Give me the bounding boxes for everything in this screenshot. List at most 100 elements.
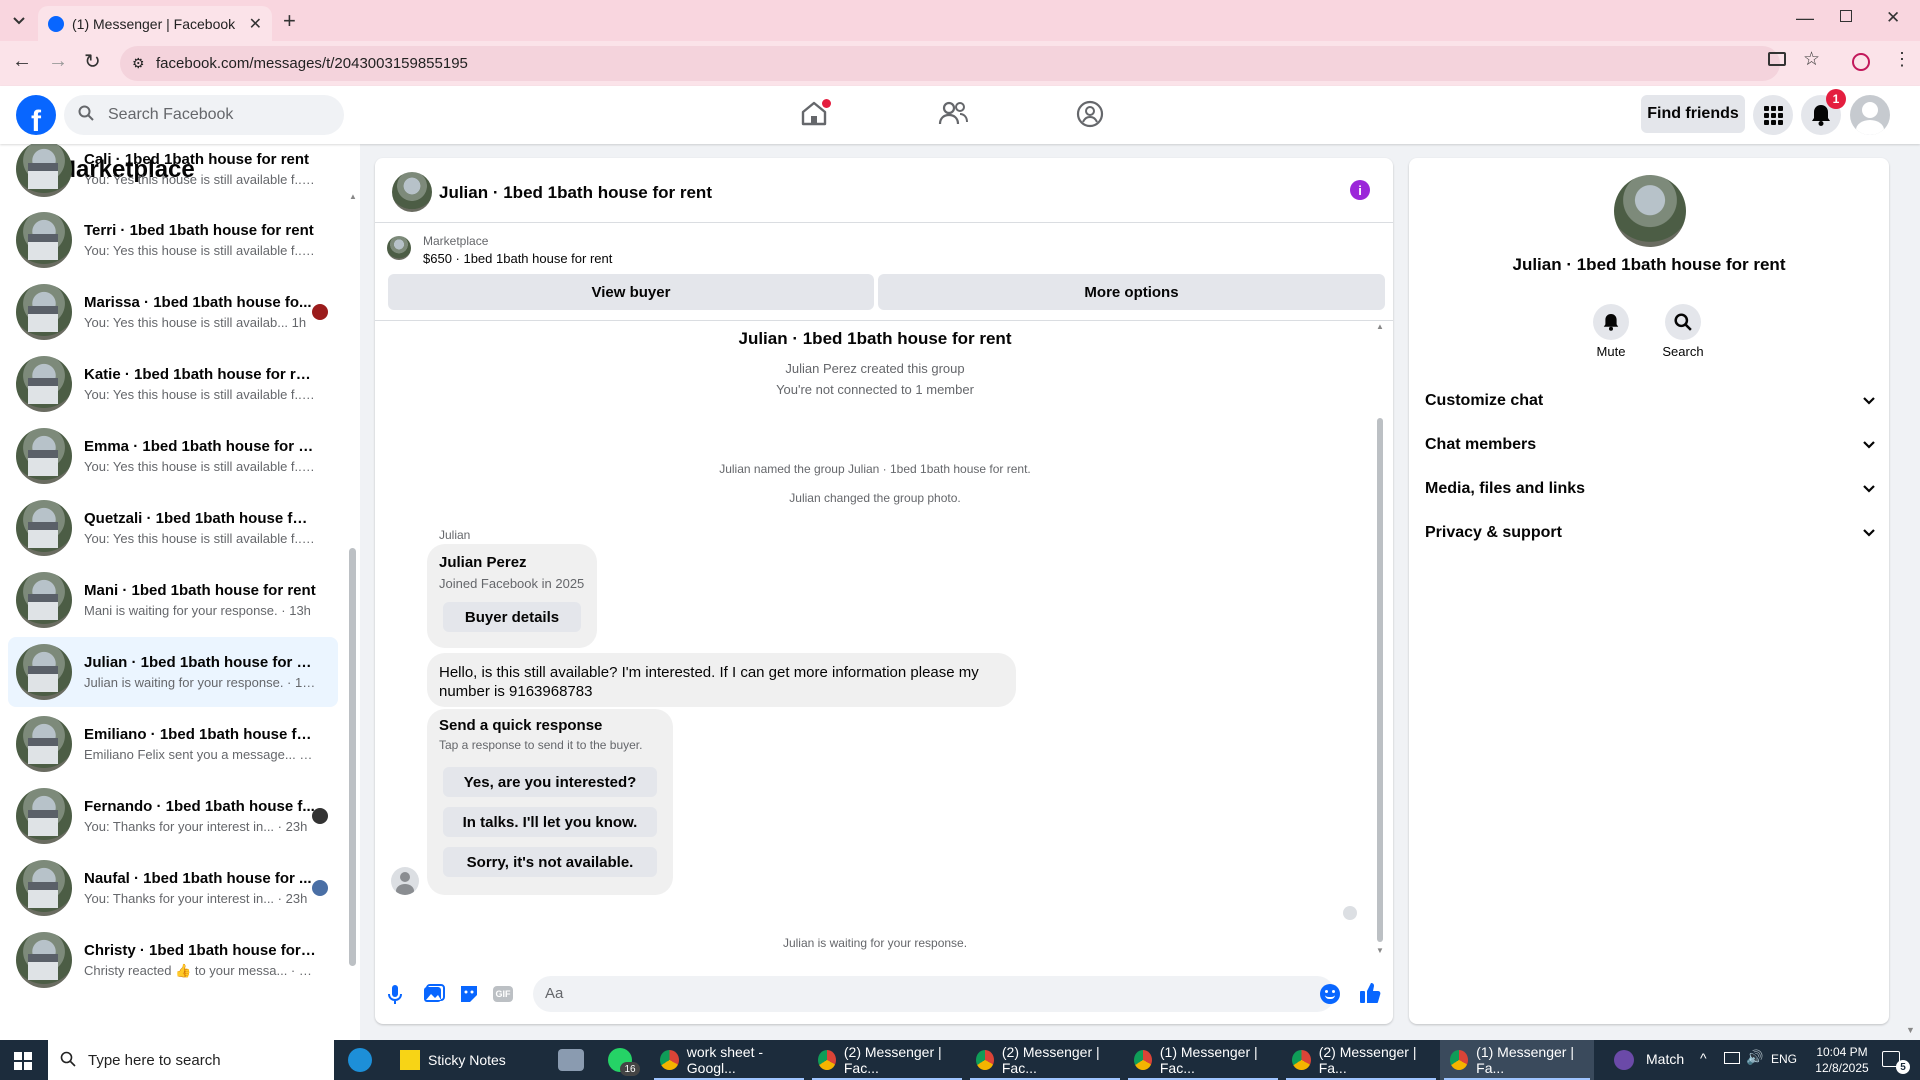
clock-date: 12/8/2025 [1815,1061,1869,1075]
conversation-name: Mani · 1bed 1bath house for rent [84,582,316,599]
taskbar-messenger-window[interactable]: (2) Messenger | Fa... [1282,1040,1440,1080]
browser-tab-active[interactable]: (1) Messenger | Facebook ✕ [38,6,272,41]
install-app-icon[interactable] [1768,52,1786,66]
conversation-item[interactable]: Naufal · 1bed 1bath house for ... You: Th… [8,853,338,923]
site-info-icon[interactable]: ⚙ [132,55,145,72]
section-label: Privacy & support [1425,524,1562,541]
conversation-item[interactable]: Christy · 1bed 1bath house for rent Chris… [8,925,338,995]
volume-icon[interactable]: 🔊 [1746,1049,1763,1066]
sticker-icon[interactable] [459,984,479,1004]
bookmark-star-icon[interactable]: ☆ [1803,48,1820,71]
search-facebook-input[interactable]: Search Facebook [64,95,344,135]
conversation-name: Naufal · 1bed 1bath house for ... [84,870,312,887]
message-input[interactable]: Aa [533,976,1335,1012]
gif-icon[interactable]: GIF [493,986,513,1002]
network-icon[interactable] [1724,1052,1740,1064]
changed-photo-notice: Julian changed the group photo. [789,491,961,505]
conversation-item[interactable]: Cali · 1bed 1bath house for rent You: Yes… [8,144,338,204]
thumbs-up-icon[interactable] [1359,982,1381,1004]
conversation-item[interactable]: Fernando · 1bed 1bath house f... You: Tha… [8,781,338,851]
chat-avatar[interactable] [392,172,432,212]
app-icon[interactable] [558,1049,584,1071]
quick-response-yes-button[interactable]: Yes, are you interested? [443,767,657,797]
chat-members-section[interactable]: Chat members [1425,436,1875,454]
taskbar-clock[interactable]: 10:04 PM 12/8/2025 [1808,1044,1876,1076]
address-bar[interactable]: ⚙ facebook.com/messages/t/20430031598551… [120,46,1780,81]
tab-search-icon[interactable] [8,10,30,32]
quick-response-not-available-button[interactable]: Sorry, it's not available. [443,847,657,877]
chat-title[interactable]: Julian · 1bed 1bath house for rent [439,183,712,203]
taskbar-messenger-window-active[interactable]: (1) Messenger | Fa... [1440,1040,1594,1080]
conversation-item[interactable]: Terri · 1bed 1bath house for rent You: Ye… [8,205,338,275]
privacy-support-section[interactable]: Privacy & support [1425,524,1875,542]
taskbar-messenger-window[interactable]: (2) Messenger | Fac... [966,1040,1124,1080]
listing-avatar [16,284,72,340]
more-options-button[interactable]: More options [878,274,1385,310]
minimize-icon[interactable]: — [1796,8,1814,29]
group-photo[interactable] [1614,175,1686,247]
sports-widget-label[interactable]: Match [1646,1051,1684,1067]
chevron-down-icon [1863,529,1875,537]
left-scrollbar[interactable]: ▲ [349,192,357,1032]
profile-icon[interactable] [1852,53,1870,71]
mute-label[interactable]: Mute [1581,344,1641,359]
facebook-logo-icon[interactable]: f [16,95,56,135]
customize-chat-section[interactable]: Customize chat [1425,392,1875,410]
search-conversation-icon[interactable] [1665,304,1701,340]
conversation-item-selected[interactable]: Julian · 1bed 1bath house for rent Julian… [8,637,338,707]
windows-start-icon[interactable] [14,1052,32,1070]
taskbar-sticky-notes[interactable]: Sticky Notes [390,1040,548,1080]
taskbar-messenger-window[interactable]: (1) Messenger | Fac... [1124,1040,1282,1080]
taskbar-chrome-worksheet[interactable]: work sheet - Googl... [650,1040,808,1080]
new-tab-icon[interactable]: + [283,8,296,34]
conversation-preview: Mani is waiting for your response. · 13h [84,603,311,618]
message-bubble[interactable]: Hello, is this still available? I'm inte… [427,653,1016,707]
info-icon[interactable]: i [1350,180,1370,200]
taskbar-messenger-window[interactable]: (2) Messenger | Fac... [808,1040,966,1080]
sports-widget-icon[interactable] [1614,1050,1634,1070]
action-center-badge: 5 [1896,1060,1910,1074]
language-indicator[interactable]: ENG [1771,1052,1797,1066]
quick-response-talks-button[interactable]: In talks. I'll let you know. [443,807,657,837]
mute-bell-icon[interactable] [1593,304,1629,340]
listing-avatar [16,500,72,556]
taskbar-search-box[interactable]: Type here to search [48,1040,334,1080]
conversation-item[interactable]: Quetzali · 1bed 1bath house for r... You:… [8,493,338,563]
groups-icon[interactable] [1076,100,1104,128]
find-friends-button[interactable]: Find friends [1641,95,1745,133]
reload-icon[interactable]: ↻ [84,49,101,74]
photo-icon[interactable] [423,984,445,1004]
chat-scrollbar[interactable]: ▲ ▼ [1376,322,1384,956]
forward-icon[interactable]: → [48,50,68,73]
marketplace-chat-list: Marketplace Cali · 1bed 1bath house for … [0,144,360,1040]
menu-grid-icon[interactable] [1753,95,1793,135]
view-buyer-button[interactable]: View buyer [388,274,874,310]
buyer-details-button[interactable]: Buyer details [443,602,581,632]
conversation-item[interactable]: Emiliano · 1bed 1bath house for ... Emili… [8,709,338,779]
microphone-icon[interactable] [387,984,403,1006]
edge-icon[interactable] [348,1048,372,1072]
chat-panel: Julian · 1bed 1bath house for rent i Mar… [375,158,1393,1024]
conversation-item[interactable]: Emma · 1bed 1bath house for rent You: Yes… [8,421,338,491]
account-avatar[interactable] [1850,95,1890,135]
media-files-links-section[interactable]: Media, files and links [1425,480,1875,498]
close-window-icon[interactable]: ✕ [1886,8,1900,28]
conversation-item[interactable]: Katie · 1bed 1bath house for rent You: Ye… [8,349,338,419]
listing-text[interactable]: $650 · 1bed 1bath house for rent [423,251,612,266]
listing-avatar [16,572,72,628]
restore-icon[interactable] [1840,10,1852,22]
friends-icon[interactable] [938,100,968,126]
page-scroll-down-icon[interactable]: ▼ [1906,1025,1915,1035]
conversation-preview: You: Yes this house is still available f… [84,387,316,402]
close-tab-icon[interactable]: ✕ [249,14,262,34]
menu-dots-icon[interactable]: ⋮ [1893,49,1911,70]
back-icon[interactable]: ← [12,50,32,73]
hidden-icons-chevron-icon[interactable]: ^ [1700,1050,1707,1066]
section-label: Customize chat [1425,392,1544,409]
search-label[interactable]: Search [1653,344,1713,359]
conversation-item[interactable]: Mani · 1bed 1bath house for rent Mani is … [8,565,338,635]
taskbar-search-placeholder: Type here to search [88,1051,221,1069]
listing-avatar [16,932,72,988]
conversation-item[interactable]: Marissa · 1bed 1bath house fo... You: Yes… [8,277,338,347]
emoji-icon[interactable] [1320,984,1340,1004]
